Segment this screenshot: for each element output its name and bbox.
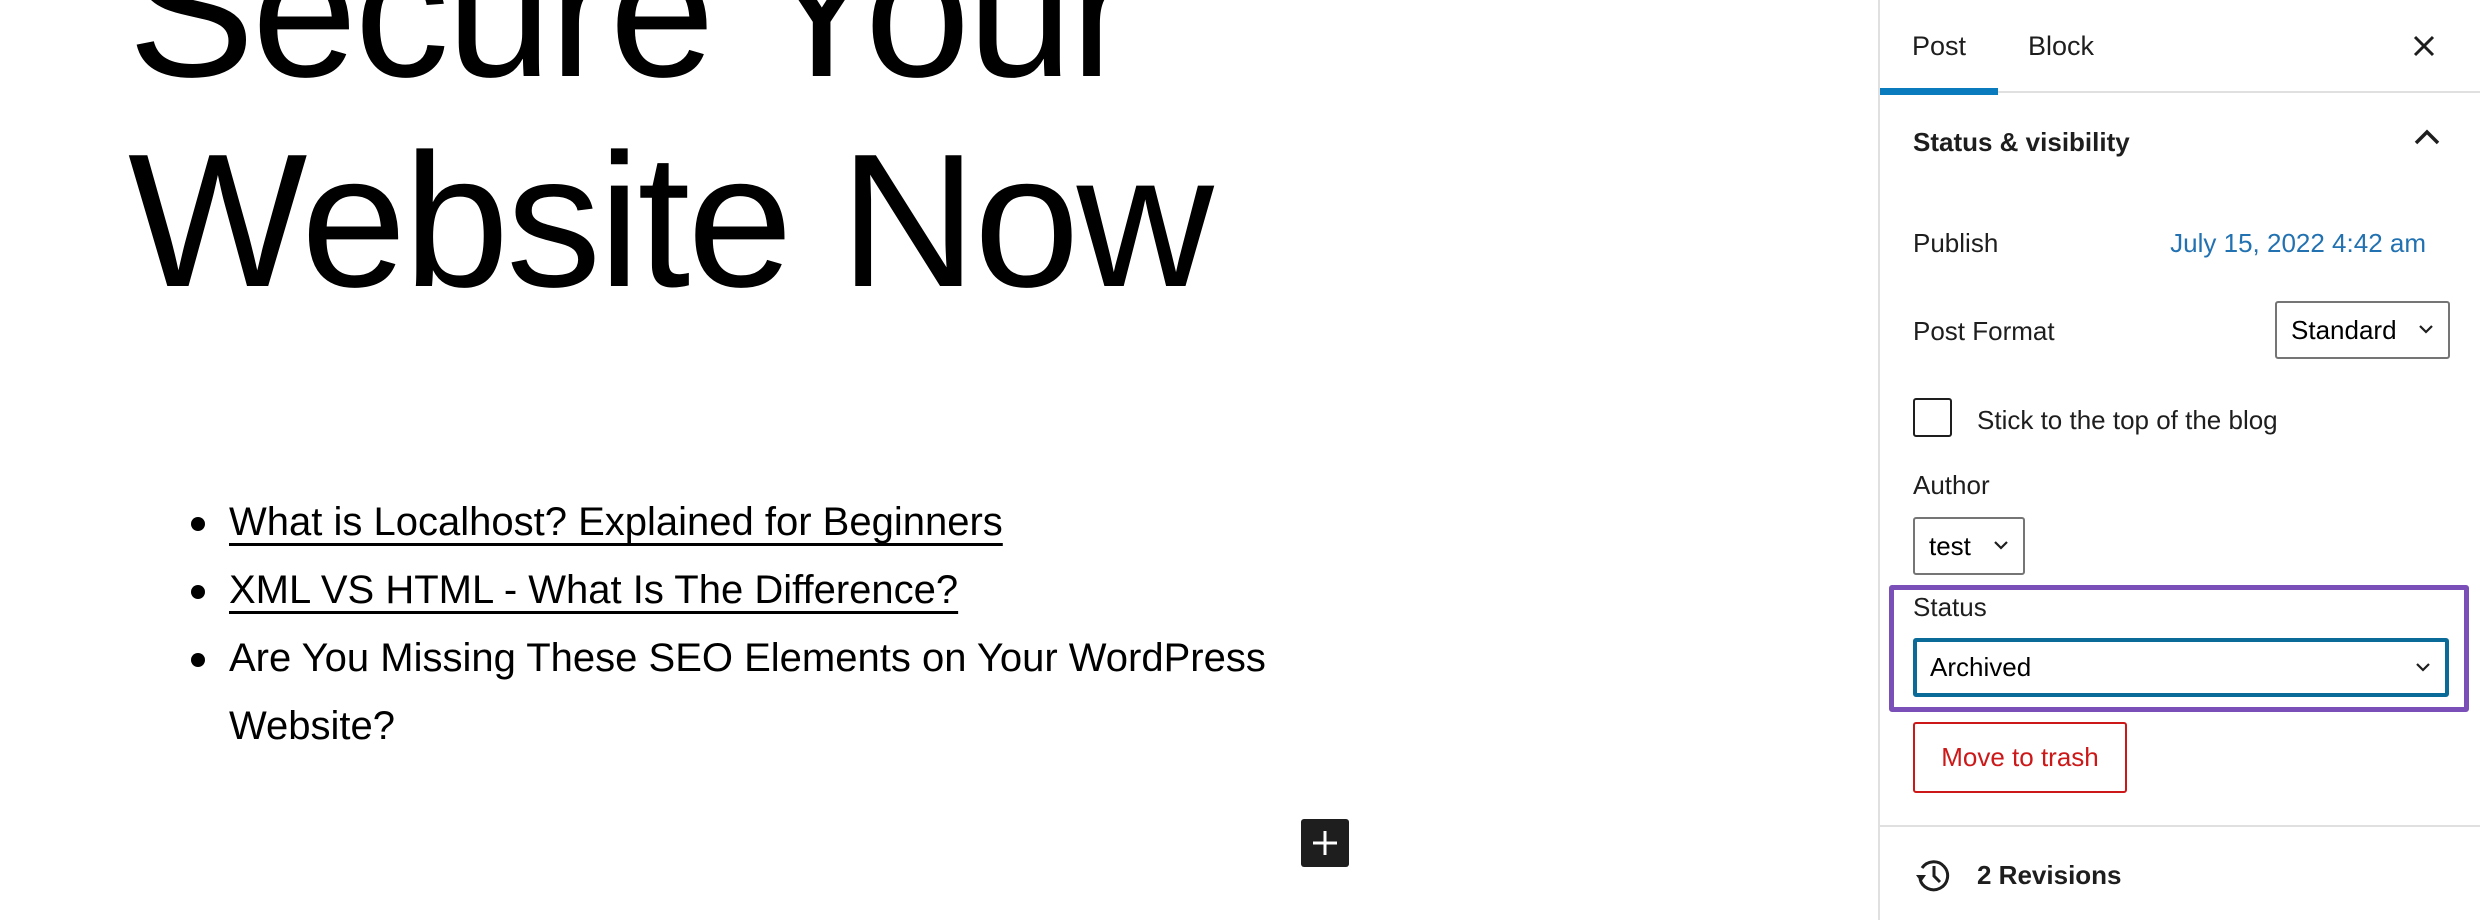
post-format-value: Standard bbox=[2291, 314, 2397, 345]
chevron-down-icon bbox=[1994, 541, 2008, 550]
sticky-label[interactable]: Stick to the top of the blog bbox=[1977, 405, 2278, 436]
sidebar-tabs: Post Block bbox=[1880, 0, 2480, 95]
publish-label: Publish bbox=[1913, 228, 1999, 258]
author-value: test bbox=[1929, 530, 1971, 561]
sticky-checkbox[interactable] bbox=[1913, 398, 1952, 437]
close-sidebar-button[interactable] bbox=[2406, 28, 2442, 64]
bullet bbox=[191, 653, 205, 667]
post-format-select[interactable]: Standard bbox=[2275, 301, 2450, 359]
settings-sidebar: Post Block Status & visibility Publish J… bbox=[1878, 0, 2480, 920]
author-label: Author bbox=[1913, 470, 1990, 500]
tab-post[interactable]: Post bbox=[1880, 0, 1998, 95]
list-item: Are You Missing These SEO Elements on Yo… bbox=[191, 624, 1269, 760]
chevron-down-icon bbox=[2419, 325, 2433, 334]
chevron-up-icon bbox=[2414, 129, 2440, 145]
status-label: Status bbox=[1913, 592, 1987, 622]
list-text[interactable]: Are You Missing These SEO Elements on Yo… bbox=[229, 636, 1266, 748]
post-list: What is Localhost? Explained for Beginne… bbox=[191, 488, 1269, 760]
post-format-label: Post Format bbox=[1913, 316, 2055, 346]
bullet bbox=[191, 585, 205, 599]
status-select[interactable]: Archived bbox=[1913, 638, 2449, 697]
history-icon bbox=[1916, 860, 1950, 892]
plus-icon bbox=[1313, 831, 1337, 855]
revisions-button[interactable]: 2 Revisions bbox=[1913, 852, 2122, 898]
tab-block[interactable]: Block bbox=[2028, 0, 2094, 93]
status-visibility-toggle[interactable]: Status & visibility bbox=[1880, 95, 2480, 190]
chevron-down-icon bbox=[2416, 663, 2430, 672]
status-value: Archived bbox=[1930, 652, 2032, 682]
list-item: XML VS HTML - What Is The Difference? bbox=[191, 556, 1269, 624]
post-title[interactable]: Secure Your Website Now bbox=[128, 0, 1428, 326]
move-to-trash-button[interactable]: Move to trash bbox=[1913, 722, 2127, 793]
editor-canvas: Secure Your Website Now What is Localhos… bbox=[0, 0, 1878, 920]
revisions-label: 2 Revisions bbox=[1977, 859, 2122, 890]
list-link[interactable]: XML VS HTML - What Is The Difference? bbox=[229, 568, 958, 612]
add-block-button[interactable] bbox=[1301, 819, 1349, 867]
bullet bbox=[191, 517, 205, 531]
publish-date-button[interactable]: July 15, 2022 4:42 am bbox=[2170, 228, 2426, 259]
list-link[interactable]: What is Localhost? Explained for Beginne… bbox=[229, 500, 1003, 544]
close-icon bbox=[2413, 35, 2435, 57]
panel-title: Status & visibility bbox=[1913, 127, 2130, 157]
list-item: What is Localhost? Explained for Beginne… bbox=[191, 488, 1269, 556]
author-select[interactable]: test bbox=[1913, 517, 2025, 575]
divider bbox=[1880, 825, 2480, 827]
